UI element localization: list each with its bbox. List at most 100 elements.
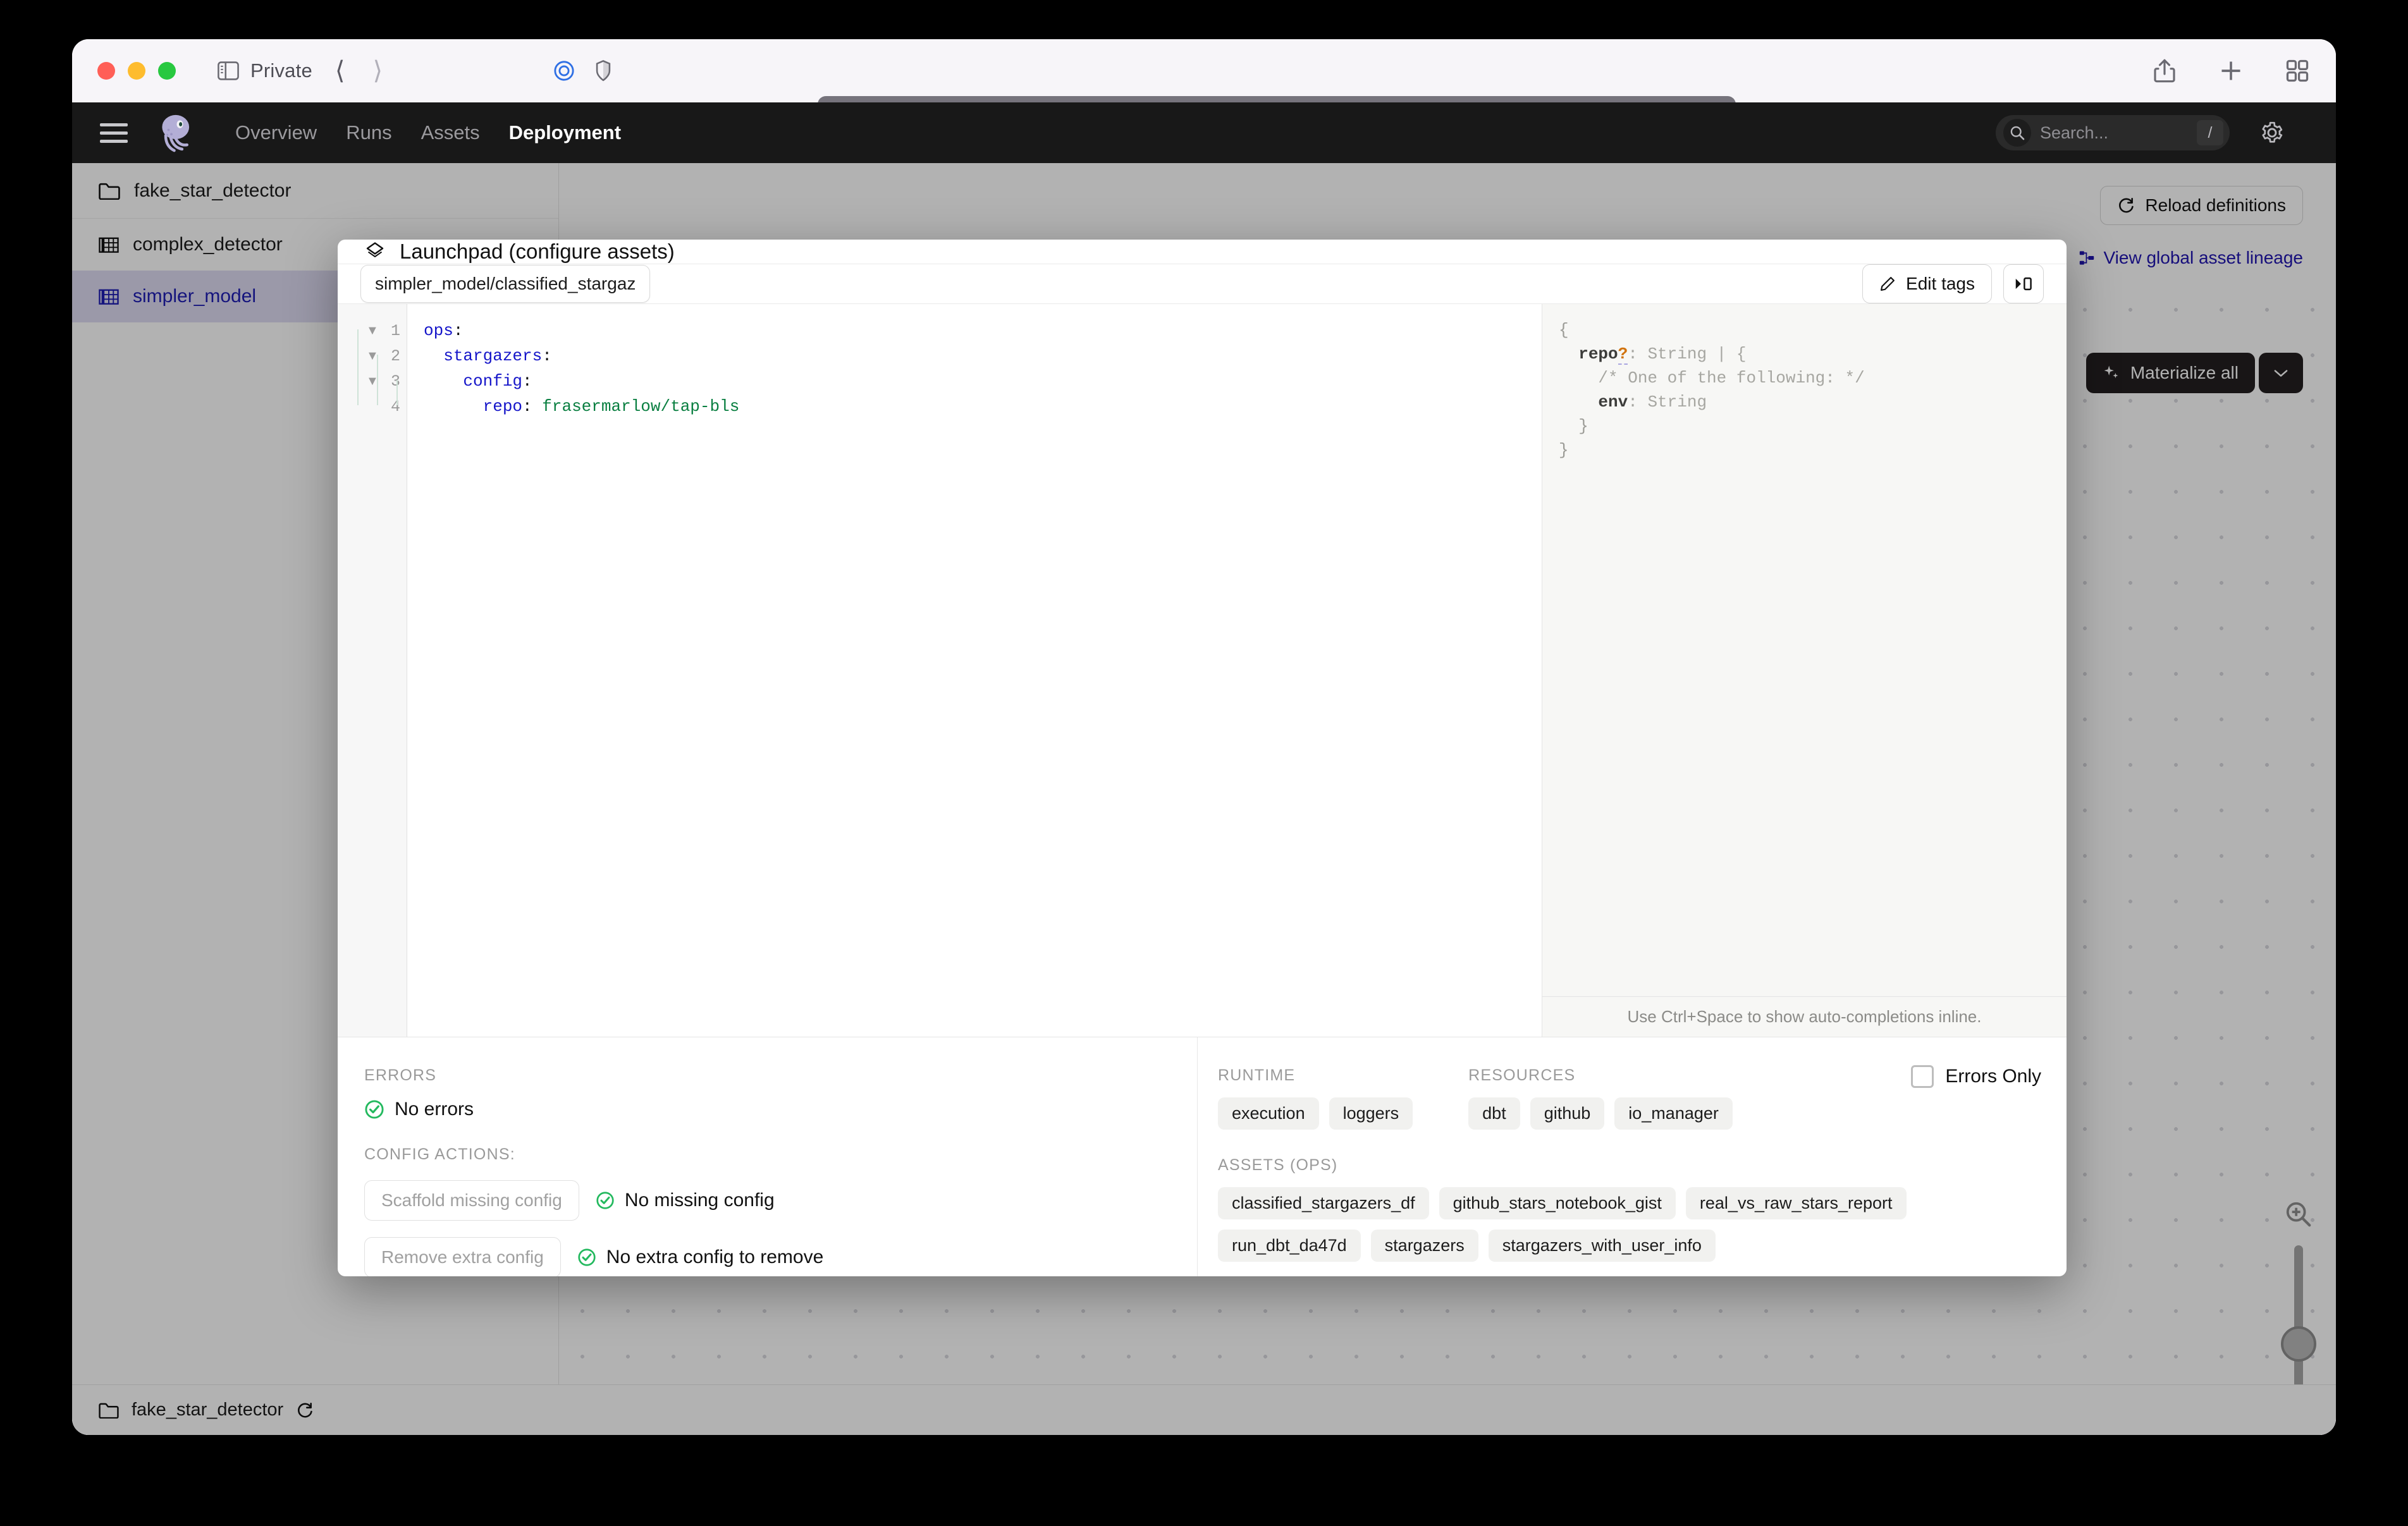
browser-page-tools[interactable]: [553, 60, 611, 82]
chip-io-manager[interactable]: io_manager: [1614, 1097, 1733, 1130]
reader-mode-icon[interactable]: [553, 60, 575, 82]
chip-loggers[interactable]: loggers: [1329, 1097, 1413, 1130]
schema-line: /* One of the following: */: [1559, 366, 2067, 390]
nav-item-deployment[interactable]: Deployment: [509, 121, 621, 144]
yaml-key: config: [463, 372, 522, 391]
chip-classified-stargazers-df[interactable]: classified_stargazers_df: [1218, 1187, 1429, 1219]
search-placeholder: Search...: [2040, 123, 2188, 143]
scaffold-missing-config-button[interactable]: Scaffold missing config: [364, 1180, 579, 1221]
chip-stargazers[interactable]: stargazers: [1371, 1230, 1478, 1262]
back-button[interactable]: ⟨: [335, 58, 345, 83]
errors-column: ERRORS No errors CONFIG ACTIONS: Scaffol…: [338, 1037, 1198, 1276]
schema-line: {: [1559, 318, 2067, 342]
edit-tags-button[interactable]: Edit tags: [1862, 264, 1992, 303]
scaffold-status-label: No missing config: [625, 1190, 775, 1211]
errors-only-toggle[interactable]: Errors Only: [1911, 1065, 2041, 1088]
chip-dbt[interactable]: dbt: [1468, 1097, 1520, 1130]
errors-status: No errors: [364, 1099, 1197, 1120]
code-line: repo: frasermarlow/tap-bls: [424, 394, 1542, 419]
schema-type: : String | {: [1628, 345, 1746, 363]
schema-code: { repo?: String | { /* One of the follow…: [1542, 304, 2067, 462]
window-controls[interactable]: [97, 62, 176, 80]
nav-item-runs[interactable]: Runs: [346, 121, 391, 144]
errors-label: ERRORS: [364, 1066, 1197, 1085]
tab-bar-actions: Edit tags: [1862, 264, 2044, 303]
editor-gutter: ▼ 1 ▼ 2 ▼ 3: [338, 304, 407, 1037]
search-shortcut-key: /: [2197, 120, 2223, 145]
chip-execution[interactable]: execution: [1218, 1097, 1319, 1130]
assets-ops-chips: classified_stargazers_df github_stars_no…: [1218, 1187, 2059, 1262]
pencil-icon: [1879, 276, 1896, 292]
remove-status-label: No extra config to remove: [606, 1247, 824, 1268]
remove-extra-config-button[interactable]: Remove extra config: [364, 1237, 561, 1276]
browser-nav-buttons[interactable]: ⟨ ⟩: [335, 58, 383, 83]
indent-guide: [396, 380, 398, 405]
editor-code-area[interactable]: ops: stargazers: config: repo: frasermar…: [407, 304, 1542, 1037]
fold-arrow-icon[interactable]: ▼: [366, 375, 378, 388]
layers-icon: [364, 241, 386, 262]
gear-icon[interactable]: [2260, 121, 2284, 145]
schema-line: repo?: String | {: [1559, 342, 2067, 366]
code-line: config:: [424, 369, 1542, 394]
dagster-logo-icon[interactable]: [154, 110, 200, 156]
share-icon[interactable]: [2153, 58, 2177, 83]
chip-stargazers-with-user-info[interactable]: stargazers_with_user_info: [1489, 1230, 1716, 1262]
dagster-app: Overview Runs Assets Deployment Search..…: [72, 102, 2336, 1435]
schema-key-env[interactable]: env: [1598, 393, 1628, 412]
yaml-value: frasermarlow/tap-bls: [542, 397, 739, 416]
plus-icon[interactable]: [2218, 58, 2244, 83]
session-tab[interactable]: simpler_model/classified_stargaz: [360, 265, 650, 303]
chip-real-vs-raw-stars-report[interactable]: real_vs_raw_stars_report: [1686, 1187, 1907, 1219]
browser-toolbar-actions[interactable]: [2153, 58, 2309, 83]
yaml-config-editor[interactable]: ▼ 1 ▼ 2 ▼ 3: [338, 304, 1542, 1037]
yaml-colon: :: [542, 346, 552, 365]
resources-chips: dbt github io_manager: [1468, 1097, 1733, 1130]
fold-arrow-icon[interactable]: ▼: [366, 350, 378, 362]
grid-icon[interactable]: [2285, 59, 2309, 83]
shield-icon[interactable]: [595, 60, 611, 82]
check-circle-icon: [596, 1191, 615, 1210]
schema-line: }: [1559, 414, 2067, 438]
scaffold-action-row: Scaffold missing config No missing confi…: [364, 1180, 1197, 1221]
fold-arrow-icon[interactable]: ▼: [366, 324, 378, 337]
sidebar-toggle-icon[interactable]: [218, 61, 239, 80]
schema-key-repo[interactable]: repo?: [1578, 345, 1628, 365]
schema-comment: /* One of the following: */: [1598, 369, 1864, 388]
runtime-chips: execution loggers: [1218, 1097, 1413, 1130]
chip-github-stars-notebook-gist[interactable]: github_stars_notebook_gist: [1439, 1187, 1676, 1219]
gutter-row[interactable]: ▼ 2: [338, 343, 407, 369]
runtime-label: RUNTIME: [1218, 1066, 1413, 1085]
search-input[interactable]: Search... /: [1996, 115, 2230, 150]
panel-expand-icon[interactable]: [2003, 264, 2044, 303]
errors-only-checkbox[interactable]: [1911, 1065, 1934, 1088]
main-nav[interactable]: Overview Runs Assets Deployment: [235, 121, 621, 144]
session-tab-label: simpler_model/classified_stargaz: [375, 274, 636, 294]
yaml-key: repo: [483, 397, 522, 416]
maximize-window-button[interactable]: [158, 62, 176, 80]
check-circle-icon: [577, 1248, 596, 1267]
config-schema-panel[interactable]: { repo?: String | { /* One of the follow…: [1542, 304, 2067, 1037]
page-title: Launchpad (configure assets): [400, 240, 675, 264]
hamburger-icon[interactable]: [100, 123, 128, 143]
chip-run-dbt-da47d[interactable]: run_dbt_da47d: [1218, 1230, 1361, 1262]
errors-only-label: Errors Only: [1945, 1066, 2041, 1087]
nav-item-assets[interactable]: Assets: [421, 121, 480, 144]
code-line: ops:: [424, 318, 1542, 343]
forward-button[interactable]: ⟩: [373, 58, 383, 83]
optional-marker: ?: [1618, 345, 1628, 365]
minimize-window-button[interactable]: [128, 62, 145, 80]
line-number: 2: [386, 347, 400, 365]
scaffold-missing-config-label: Scaffold missing config: [381, 1190, 562, 1211]
yaml-key: ops: [424, 321, 453, 340]
close-window-button[interactable]: [97, 62, 115, 80]
yaml-colon: :: [453, 321, 464, 340]
code-line: stargazers:: [424, 343, 1542, 369]
gutter-row[interactable]: ▼ 1: [338, 318, 407, 343]
chip-github[interactable]: github: [1530, 1097, 1605, 1130]
nav-item-overview[interactable]: Overview: [235, 121, 317, 144]
browser-toolbar: Private ⟨ ⟩ 127.0.0.1 A文: [72, 39, 2336, 102]
indent-guide: [357, 329, 359, 405]
dialog-title-bar: Launchpad (configure assets): [338, 240, 2067, 264]
runtime-group: RUNTIME execution loggers: [1218, 1066, 1413, 1130]
schema-type: : String: [1628, 393, 1707, 412]
